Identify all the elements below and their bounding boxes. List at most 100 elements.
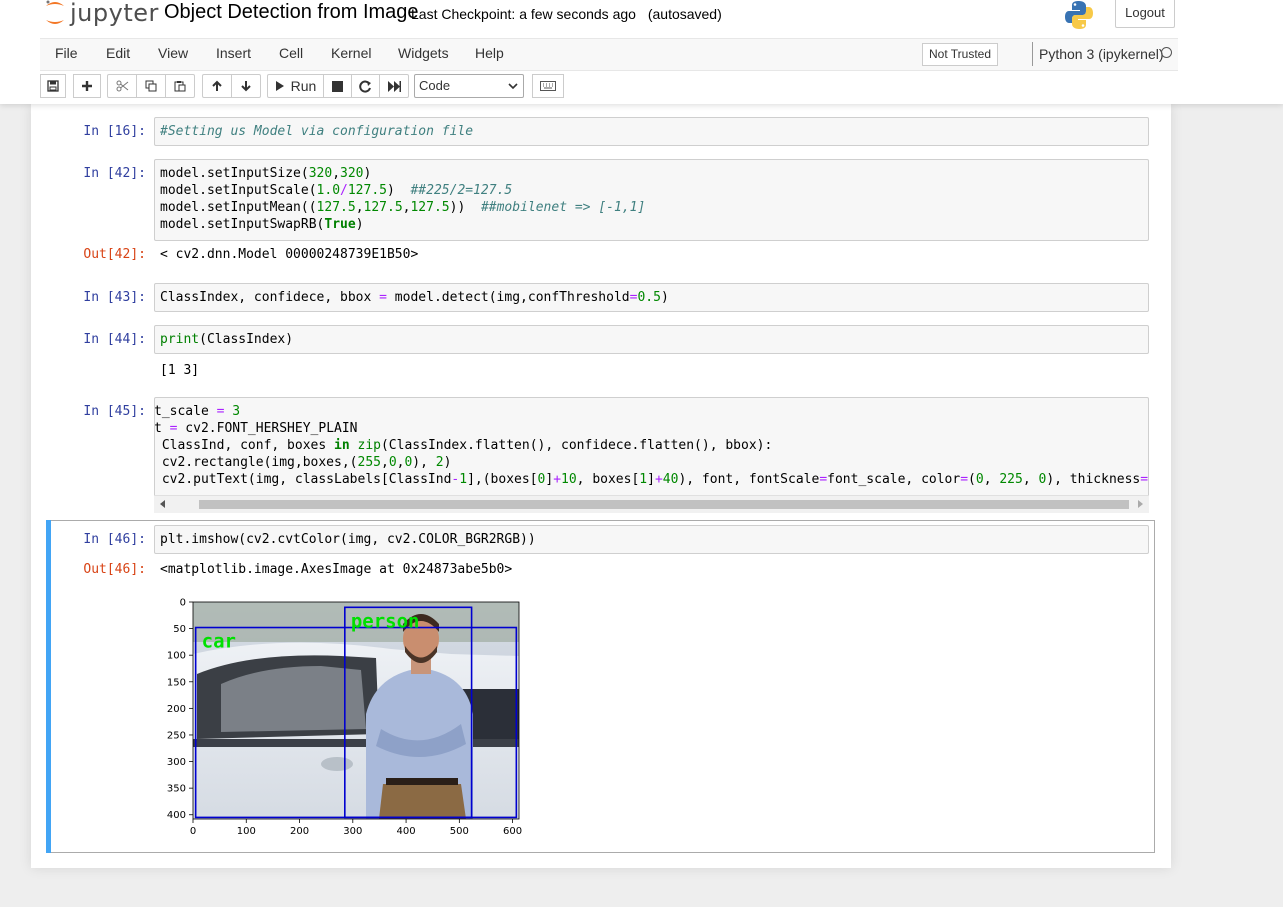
cell-type-value: Code xyxy=(419,78,451,93)
y-tick-label: 400 xyxy=(167,810,186,821)
input-prompt: In [46]: xyxy=(83,532,146,547)
scroll-left-arrow-icon[interactable] xyxy=(160,500,165,508)
code-cell-input[interactable]: print(ClassIndex) xyxy=(154,325,1149,354)
menu-bar: File Edit View Insert Cell Kernel Widget… xyxy=(40,38,1178,71)
copy-button[interactable] xyxy=(136,74,166,98)
input-prompt: In [16]: xyxy=(83,124,146,139)
chevron-down-icon xyxy=(508,83,518,90)
paste-button[interactable] xyxy=(165,74,195,98)
restart-run-all-button[interactable] xyxy=(379,74,409,98)
notebook-title[interactable]: Object Detection from Image xyxy=(164,1,419,24)
x-tick-label: 600 xyxy=(503,826,522,837)
code-line: model.setInputMean((127.5,127.5,127.5)) … xyxy=(160,200,646,215)
detection-label-person: person xyxy=(351,610,420,632)
checkpoint-label: Last Checkpoint: xyxy=(411,6,516,22)
input-prompt: In [43]: xyxy=(83,290,146,305)
output-prompt: Out[42]: xyxy=(83,247,146,262)
header: jupyter Object Detection from Image Last… xyxy=(0,0,1283,104)
x-tick-label: 300 xyxy=(343,826,362,837)
code-line: model.setInputSize(320,320) xyxy=(160,166,372,181)
run-label: Run xyxy=(290,78,317,94)
y-tick-label: 250 xyxy=(167,730,186,741)
y-tick-label: 300 xyxy=(167,757,186,768)
cell-output: [1 3] xyxy=(160,363,200,378)
cell-type-select[interactable]: Code xyxy=(414,74,524,98)
x-axis: 0 100 200 300 400 500 600 xyxy=(190,819,522,837)
code-line: model.setInputScale(1.0/127.5) ##225/2=1… xyxy=(160,183,513,198)
detection-label-car: car xyxy=(202,631,236,653)
restart-icon xyxy=(359,80,371,92)
menu-insert[interactable]: Insert xyxy=(216,45,251,61)
x-tick-label: 0 xyxy=(190,826,196,837)
restart-button[interactable] xyxy=(351,74,380,98)
paste-icon xyxy=(174,81,186,92)
arrow-down-icon xyxy=(241,81,251,92)
scrollbar-thumb[interactable] xyxy=(199,500,1129,509)
code-cell-input[interactable]: ClassIndex, confidece, bbox = model.dete… xyxy=(154,283,1149,312)
save-icon xyxy=(47,80,59,92)
code-comment: #Setting us Model via configuration file xyxy=(160,124,474,139)
menu-cell[interactable]: Cell xyxy=(279,45,303,61)
save-button[interactable] xyxy=(40,74,66,98)
x-tick-label: 400 xyxy=(397,826,416,837)
fast-forward-icon xyxy=(387,80,401,92)
code-line: t_scale = 3 xyxy=(154,404,241,419)
code-line: cv2.putText(img, classLabels[ClassInd-1]… xyxy=(154,472,1149,487)
logout-button[interactable]: Logout xyxy=(1115,0,1175,28)
jupyter-logo-icon xyxy=(46,0,64,24)
interrupt-button[interactable] xyxy=(323,74,352,98)
cut-button[interactable] xyxy=(107,74,137,98)
move-up-button[interactable] xyxy=(202,74,232,98)
menu-edit[interactable]: Edit xyxy=(106,45,130,61)
trust-status-button[interactable]: Not Trusted xyxy=(922,43,999,66)
input-prompt: In [42]: xyxy=(83,166,146,181)
jupyter-logo[interactable]: jupyter xyxy=(44,0,159,27)
insert-cell-button[interactable] xyxy=(73,74,101,98)
stop-icon xyxy=(332,80,343,92)
notebook-container: In [16]: #Setting us Model via configura… xyxy=(31,104,1171,868)
photo-image xyxy=(193,602,519,819)
autosave-status: (autosaved) xyxy=(647,6,722,22)
y-tick-label: 150 xyxy=(167,677,186,688)
scroll-right-arrow-icon[interactable] xyxy=(1138,500,1143,508)
arrow-up-icon xyxy=(212,80,222,91)
menu-file[interactable]: File xyxy=(55,45,78,61)
y-tick-label: 0 xyxy=(180,598,186,609)
code-line: plt.imshow(cv2.cvtColor(img, cv2.COLOR_B… xyxy=(160,532,536,547)
code-cell-input[interactable]: model.setInputSize(320,320) model.setInp… xyxy=(154,159,1149,241)
menu-help[interactable]: Help xyxy=(475,45,504,61)
code-line: t = cv2.FONT_HERSHEY_PLAIN xyxy=(154,421,358,436)
menu-view[interactable]: View xyxy=(158,45,188,61)
play-icon xyxy=(275,81,284,91)
copy-icon xyxy=(145,80,157,92)
cell-output: <matplotlib.image.AxesImage at 0x24873ab… xyxy=(160,562,513,577)
y-tick-label: 100 xyxy=(167,651,186,662)
code-line: ClassInd, conf, boxes in zip(ClassIndex.… xyxy=(154,438,773,453)
checkpoint-time: a few seconds ago xyxy=(519,6,636,22)
menu-widgets[interactable]: Widgets xyxy=(398,45,449,61)
code-cell-input[interactable]: #Setting us Model via configuration file xyxy=(154,117,1149,146)
code-line: ClassIndex, confidece, bbox = model.dete… xyxy=(160,290,669,305)
menu-kernel[interactable]: Kernel xyxy=(331,45,371,61)
input-prompt: In [44]: xyxy=(83,332,146,347)
python-logo-icon xyxy=(1064,0,1094,35)
output-prompt: Out[46]: xyxy=(83,562,146,577)
code-line: model.setInputSwapRB(True) xyxy=(160,217,364,232)
code-block: t_scale = 3 t = cv2.FONT_HERSHEY_PLAIN C… xyxy=(154,398,1149,493)
command-palette-button[interactable] xyxy=(532,74,564,98)
matplotlib-image-plot: 0 100 200 300 400 500 600 0 50 100 150 200 250 300 35… xyxy=(167,598,522,838)
x-tick-label: 200 xyxy=(290,826,309,837)
kernel-idle-indicator-icon xyxy=(1161,47,1172,58)
move-down-button[interactable] xyxy=(231,74,261,98)
toolbar: Run Code xyxy=(40,74,1178,100)
kernel-name: Python 3 (ipykernel) xyxy=(1032,42,1164,66)
run-button[interactable]: Run xyxy=(267,74,324,98)
code-block: model.setInputSize(320,320) model.setInp… xyxy=(155,160,1148,238)
y-tick-label: 350 xyxy=(167,784,186,795)
code-cell-input[interactable]: plt.imshow(cv2.cvtColor(img, cv2.COLOR_B… xyxy=(154,525,1149,554)
cell-output: < cv2.dnn.Model 00000248739E1B50> xyxy=(160,247,419,262)
input-prompt: In [45]: xyxy=(83,404,146,419)
x-tick-label: 500 xyxy=(450,826,469,837)
logo-text: jupyter xyxy=(70,0,159,27)
horizontal-scrollbar[interactable] xyxy=(154,495,1149,513)
